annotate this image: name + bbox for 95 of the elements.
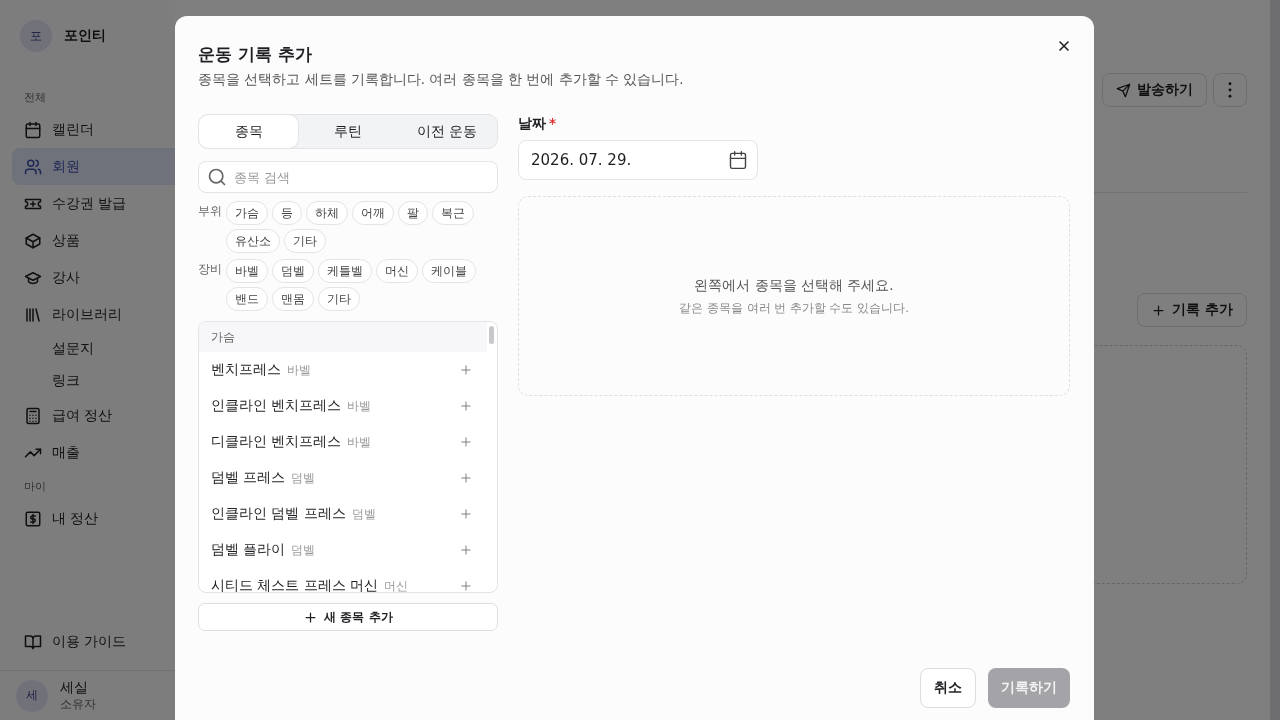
users-icon — [24, 157, 42, 176]
equipment-tag: 머신 — [383, 578, 408, 592]
filter-chip[interactable]: 기타 — [318, 287, 360, 311]
nav-item[interactable]: 상품 — [12, 222, 175, 259]
filter-label: 장비 — [198, 261, 223, 278]
equipment-tag: 바벨 — [347, 434, 372, 450]
tab[interactable]: 이전 운동 — [397, 115, 497, 148]
section-heading: 마이 — [23, 479, 47, 494]
send-button[interactable]: 발송하기 — [1102, 73, 1207, 107]
plus-icon — [459, 471, 473, 485]
plus-icon — [459, 399, 473, 413]
filter-chip[interactable]: 맨몸 — [272, 287, 314, 311]
nav-item[interactable]: 이용 가이드 — [12, 623, 175, 660]
filter-chip[interactable]: 밴드 — [226, 287, 268, 311]
add-button[interactable] — [459, 507, 473, 521]
exercise-name[interactable]: 벤치프레스 — [211, 361, 281, 379]
group-heading: 가슴 — [199, 322, 487, 352]
add-button[interactable] — [459, 543, 473, 557]
nav-item[interactable]: 라이브러리 — [12, 296, 175, 333]
empty-title: 왼쪽에서 종목을 선택해 주세요. — [694, 276, 894, 295]
add-record-button[interactable]: 기록 추가 — [1137, 293, 1247, 327]
date-field[interactable]: 2026. 07. 29. — [518, 140, 758, 180]
plus-icon — [459, 435, 473, 449]
filter-chip[interactable]: 하체 — [306, 201, 348, 225]
book-icon — [24, 632, 42, 651]
filter-chip[interactable]: 가슴 — [226, 201, 268, 225]
required-mark: * — [549, 115, 557, 131]
workspace-avatar: 포 — [20, 20, 52, 52]
filter-chip[interactable]: 바벨 — [226, 259, 268, 283]
filter-chip[interactable]: 머신 — [376, 259, 418, 283]
nav-item[interactable]: 캘린더 — [12, 111, 175, 148]
add-button[interactable] — [459, 399, 473, 413]
equipment-tag: 바벨 — [287, 362, 311, 378]
filter-chip[interactable]: 케틀벨 — [318, 259, 372, 283]
nav-item[interactable]: 강사 — [12, 259, 175, 296]
user-name: 세실 — [60, 679, 89, 697]
workspace-name[interactable]: 포인티 — [64, 27, 106, 45]
dialog-description: 종목을 선택하고 세트를 기록합니다. 여러 종목을 한 번에 추가할 수 있습니다. — [198, 71, 685, 89]
calendar-icon — [24, 120, 42, 139]
equipment-tag: 덤벨 — [291, 470, 316, 486]
filter-label: 부위 — [198, 203, 223, 220]
more-button[interactable] — [1213, 73, 1247, 107]
user-role: 소유자 — [60, 697, 96, 712]
exercise-name[interactable]: 덤벨 프레스 — [211, 469, 286, 487]
new-exercise-button[interactable]: 새 종목 추가 — [198, 603, 498, 631]
more-icon — [1228, 82, 1232, 98]
filter-chip[interactable]: 덤벨 — [272, 259, 314, 283]
tab[interactable]: 루틴 — [298, 115, 398, 148]
plus-icon — [459, 507, 473, 521]
filter-chip[interactable]: 기타 — [284, 229, 326, 253]
calendar-icon — [728, 150, 748, 170]
plus-icon — [459, 579, 473, 592]
add-button[interactable] — [459, 363, 473, 377]
plus-icon — [459, 363, 473, 377]
filter-chip[interactable]: 복근 — [432, 201, 474, 225]
add-button[interactable] — [459, 471, 473, 485]
books-icon — [24, 305, 42, 324]
paper-plane-icon — [1116, 82, 1131, 98]
field-label: 날짜 — [518, 115, 546, 131]
plus-icon — [1151, 302, 1167, 318]
nav-item[interactable]: 내 정산 — [12, 500, 175, 537]
calculator-icon — [24, 406, 42, 425]
search-field[interactable]: 종목 검색 — [198, 161, 498, 193]
add-button[interactable] — [459, 435, 473, 449]
exercise-name[interactable]: 덤벨 플라이 — [211, 541, 286, 559]
dialog-title: 운동 기록 추가 — [198, 43, 312, 66]
cancel-button[interactable]: 취소 — [920, 668, 976, 708]
cube-icon — [24, 231, 42, 250]
nav-item[interactable]: 매출 — [12, 434, 175, 471]
exercise-name[interactable]: 인클라인 벤치프레스 — [211, 397, 342, 415]
plus-icon — [459, 543, 473, 557]
equipment-tag: 덤벨 — [291, 542, 316, 558]
nav-item[interactable]: 링크 — [12, 365, 175, 397]
filter-chip[interactable]: 어깨 — [352, 201, 394, 225]
nav-item[interactable]: 설문지 — [12, 333, 175, 365]
exercise-name[interactable]: 인클라인 덤벨 프레스 — [211, 505, 346, 523]
exercise-name[interactable]: 시티드 체스트 프레스 머신 — [211, 577, 378, 592]
filter-chip[interactable]: 유산소 — [226, 229, 280, 253]
filter-chip[interactable]: 등 — [272, 201, 302, 225]
dollar-icon — [24, 509, 42, 528]
section-heading: 전체 — [23, 90, 47, 105]
nav-item[interactable]: 수강권 발급 — [12, 185, 175, 222]
exercise-name[interactable]: 디클라인 벤치프레스 — [211, 433, 342, 451]
tab[interactable]: 종목 — [199, 115, 299, 148]
filter-chip[interactable]: 케이블 — [422, 259, 476, 283]
scroll-thumb[interactable] — [489, 326, 494, 344]
user-avatar: 세 — [16, 679, 48, 712]
equipment-tag: 덤벨 — [351, 506, 376, 522]
equipment-tag: 바벨 — [347, 398, 372, 414]
filter-chip[interactable]: 팔 — [398, 201, 428, 225]
plus-icon — [303, 609, 319, 625]
add-button[interactable] — [459, 579, 473, 592]
empty-hint: 같은 종목을 여러 번 추가할 수도 있습니다. — [679, 300, 909, 316]
nav-item[interactable]: 급여 정산 — [12, 397, 175, 434]
close-icon — [1056, 38, 1072, 54]
